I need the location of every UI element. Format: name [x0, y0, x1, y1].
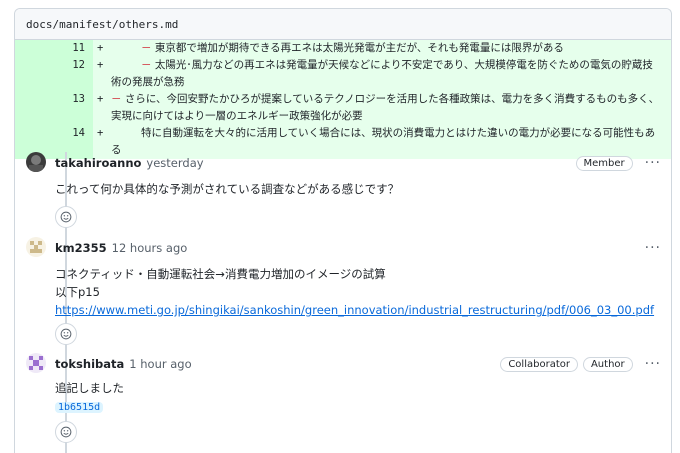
dash-marker: － [111, 93, 122, 105]
kebab-horizontal-icon[interactable]: ··· [645, 356, 661, 372]
file-path[interactable]: docs/manifest/others.md [26, 18, 178, 31]
diff-sign: + [97, 42, 104, 54]
comment-body: コネクティッド・自動運転社会→消費電力増加のイメージの試算 以下p15 http… [55, 265, 661, 319]
line-content: － 太陽光･風力などの再エネは発電量が天候などにより不安定であり、大規模停電を防… [111, 57, 671, 91]
smiley-icon[interactable] [55, 206, 77, 228]
comment-header: takahiroanno yesterday Member ··· [55, 153, 661, 173]
avatar[interactable] [26, 152, 46, 172]
commit-sha-link[interactable]: 1b6515d [55, 402, 104, 413]
comment-header: tokshibata 1 hour ago Collaborator Autho… [55, 354, 661, 374]
diff-sign: + [97, 93, 104, 105]
avatar[interactable] [26, 353, 46, 373]
comment-author[interactable]: km2355 [55, 241, 107, 255]
line-text: 太陽光･風力などの再エネは発電量が天候などにより不安定であり、大規模停電を防ぐた… [111, 59, 653, 88]
diff-line: 11 + － 東京都で増加が期待できる再エネは太陽光発電が主だが、それも発電量に… [15, 40, 671, 57]
comment-body: これって何か具体的な予測がされている調査などがある感じです？ [55, 180, 661, 198]
smiley-icon[interactable] [55, 421, 77, 443]
comment-header: km2355 12 hours ago ··· [55, 238, 661, 258]
line-text: 東京都で増加が期待できる再エネは太陽光発電が主だが、それも発電量には限界がある [154, 42, 564, 54]
dash-marker: － [141, 59, 152, 71]
file-header: docs/manifest/others.md [15, 9, 671, 40]
comment-link[interactable]: https://www.meti.go.jp/shingikai/sankosh… [55, 303, 654, 317]
comment-author[interactable]: takahiroanno [55, 156, 141, 170]
kebab-horizontal-icon[interactable]: ··· [645, 155, 661, 171]
comment-text: 追記しました [55, 381, 124, 395]
dash-marker: － [141, 42, 152, 54]
line-text: さらに、今回安野たかひろが提案しているテクノロジーを活用した各種政策は、電力を多… [111, 93, 660, 122]
comment-text: これって何か具体的な予測がされている調査などがある感じです？ [55, 182, 400, 196]
comment-author[interactable]: tokshibata [55, 357, 124, 371]
line-number[interactable]: 12 [15, 57, 93, 91]
comment-text: 以下p15 [55, 285, 100, 299]
diff-panel: docs/manifest/others.md 11 + － 東京都で増加が期待… [14, 8, 672, 453]
line-text: 特に自動運転を大々的に活用していく場合には、現状の消費電力とはけた違いの電力が必… [111, 127, 656, 156]
line-number[interactable]: 11 [15, 40, 93, 57]
member-badge: Member [575, 155, 633, 171]
comment-time[interactable]: 12 hours ago [112, 241, 188, 255]
line-number[interactable]: 13 [15, 91, 93, 125]
diff-sign: + [97, 59, 104, 71]
comment-body: 追記しました 1b6515d [55, 379, 661, 417]
author-badge: Author [582, 356, 633, 372]
comment-text: コネクティッド・自動運転社会→消費電力増加のイメージの試算 [55, 267, 386, 281]
comment-time[interactable]: yesterday [146, 156, 203, 170]
collaborator-badge: Collaborator [500, 356, 578, 372]
avatar[interactable] [26, 237, 46, 257]
diff-line: 12 + － 太陽光･風力などの再エネは発電量が天候などにより不安定であり、大規… [15, 57, 671, 91]
line-content: － さらに、今回安野たかひろが提案しているテクノロジーを活用した各種政策は、電力… [111, 91, 671, 125]
diff-lines: 11 + － 東京都で増加が期待できる再エネは太陽光発電が主だが、それも発電量に… [15, 40, 671, 159]
kebab-horizontal-icon[interactable]: ··· [645, 240, 661, 256]
comment-time[interactable]: 1 hour ago [129, 357, 191, 371]
smiley-icon[interactable] [55, 323, 77, 345]
diff-line: 13 + － さらに、今回安野たかひろが提案しているテクノロジーを活用した各種政… [15, 91, 671, 125]
line-content: － 東京都で増加が期待できる再エネは太陽光発電が主だが、それも発電量には限界があ… [111, 40, 671, 57]
